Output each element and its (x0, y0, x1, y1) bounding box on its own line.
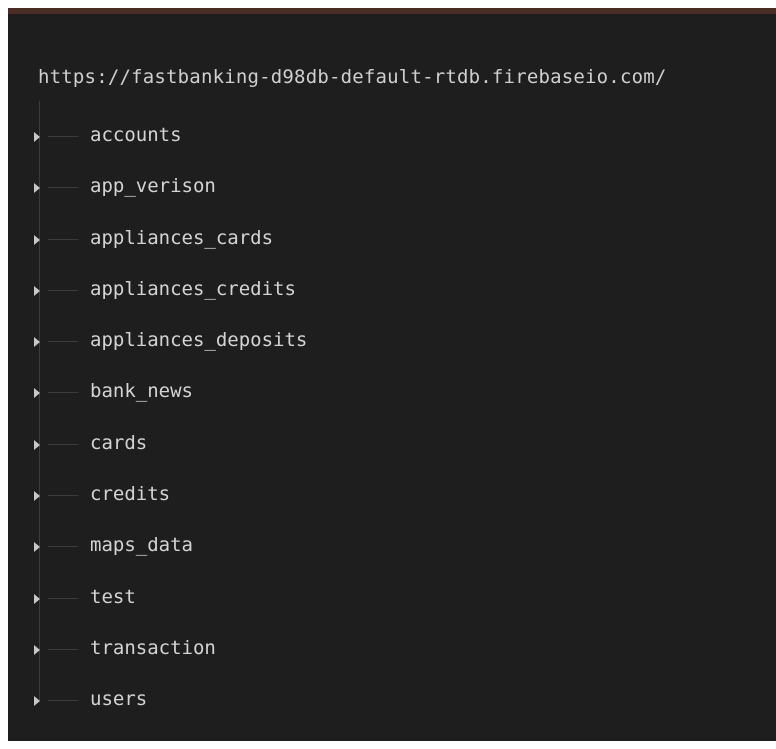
tree-connector (48, 238, 78, 240)
tree-connector (48, 136, 78, 137)
tree-connector (48, 546, 78, 548)
node-key-label[interactable]: maps_data (90, 534, 193, 556)
tree-node-bank-news[interactable]: bank_news (8, 364, 776, 415)
caret-right-icon[interactable] (34, 337, 40, 348)
node-key-label[interactable]: bank_news (90, 380, 193, 402)
tree-connector (48, 700, 78, 702)
node-key-label[interactable]: accounts (90, 124, 182, 146)
node-key-label[interactable]: users (90, 688, 147, 710)
tree-node-appliances-cards[interactable]: appliances_cards (8, 211, 776, 262)
node-key-label[interactable]: transaction (90, 637, 216, 659)
node-key-label[interactable]: appliances_credits (90, 278, 296, 300)
tree-node-test[interactable]: test (8, 570, 776, 621)
tree-node-appliances-credits[interactable]: appliances_credits (8, 262, 776, 313)
tree-node-users[interactable]: users (8, 672, 776, 723)
top-accent-bar (8, 8, 776, 14)
tree-connector (48, 341, 78, 343)
database-viewer-panel: https://fastbanking-d98db-default-rtdb.f… (8, 8, 776, 741)
caret-right-icon[interactable] (34, 132, 40, 142)
caret-right-icon[interactable] (34, 285, 40, 296)
tree-node-transaction[interactable]: transaction (8, 621, 776, 672)
tree-node-app-verison[interactable]: app_verison (8, 159, 776, 210)
caret-right-icon[interactable] (34, 183, 40, 194)
tree-connector (48, 597, 78, 599)
tree-node-maps-data[interactable]: maps_data (8, 518, 776, 569)
tree-connector (48, 648, 78, 650)
node-key-label[interactable]: cards (90, 432, 147, 454)
node-key-label[interactable]: app_verison (90, 175, 216, 197)
caret-right-icon[interactable] (34, 491, 40, 502)
caret-right-icon[interactable] (34, 593, 40, 604)
caret-right-icon[interactable] (34, 388, 40, 399)
node-key-label[interactable]: appliances_cards (90, 227, 273, 249)
caret-right-icon[interactable] (34, 542, 40, 553)
tree-connector (48, 392, 78, 394)
tree-node-accounts[interactable]: accounts (8, 108, 776, 159)
tree-connector (48, 443, 78, 445)
tree-connector (48, 187, 78, 189)
tree-connector (48, 289, 78, 291)
tree-node-credits[interactable]: credits (8, 467, 776, 518)
node-key-label[interactable]: test (90, 586, 136, 608)
caret-right-icon[interactable] (34, 439, 40, 450)
tree-node-cards[interactable]: cards (8, 416, 776, 467)
tree-node-appliances-deposits[interactable]: appliances_deposits (8, 313, 776, 364)
database-root-url[interactable]: https://fastbanking-d98db-default-rtdb.f… (38, 66, 667, 88)
caret-right-icon[interactable] (34, 644, 40, 655)
node-key-label[interactable]: credits (90, 483, 170, 505)
node-key-label[interactable]: appliances_deposits (90, 329, 307, 351)
node-tree: accounts app_verison appliances_cards ap… (8, 108, 776, 724)
caret-right-icon[interactable] (34, 696, 40, 707)
caret-right-icon[interactable] (34, 234, 40, 245)
tree-connector (48, 495, 78, 497)
